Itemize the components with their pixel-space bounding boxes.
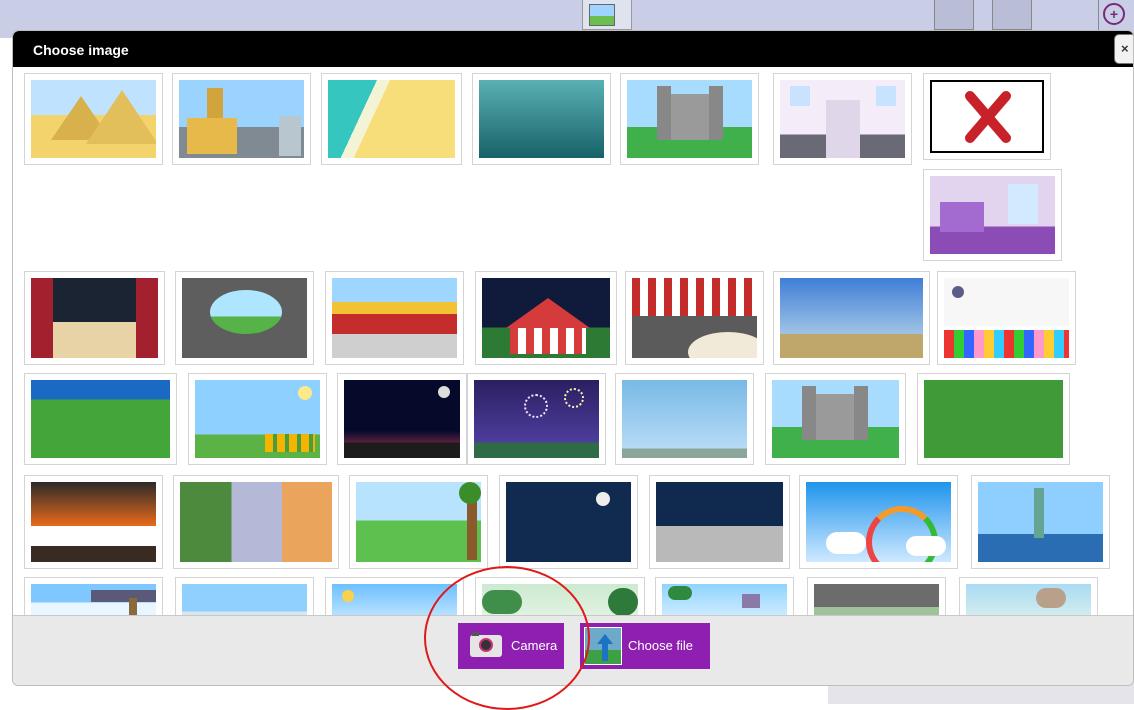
thumb-canyon-rocks[interactable]: [959, 577, 1098, 615]
thumb-night-city[interactable]: [337, 373, 467, 465]
camera-icon: [470, 632, 502, 657]
thumb-beach-sun[interactable]: [325, 577, 464, 615]
choose-file-button[interactable]: Choose file: [580, 623, 710, 669]
thumb-green-field[interactable]: [24, 373, 177, 465]
thumb-park-bushes[interactable]: [475, 577, 645, 615]
close-button[interactable]: ×: [1114, 34, 1133, 64]
thumb-park-tree[interactable]: [349, 475, 488, 569]
undo-button[interactable]: [934, 0, 974, 30]
thumb-blue-sky[interactable]: [615, 373, 754, 465]
thumb-palace-stairs[interactable]: [773, 73, 912, 165]
thumb-cave[interactable]: [175, 271, 314, 365]
thumb-burning-city[interactable]: [24, 475, 163, 569]
thumb-city-street[interactable]: [807, 577, 946, 615]
thumb-night-moon-stars[interactable]: [499, 475, 638, 569]
choose-file-label: Choose file: [628, 638, 694, 653]
thumb-princess-bedroom[interactable]: [923, 169, 1062, 261]
dialog-footer: Camera Choose file: [13, 615, 1133, 685]
thumb-flower-meadow[interactable]: [188, 373, 327, 465]
thumb-green-grass[interactable]: [917, 373, 1070, 465]
toolbar-background-button[interactable]: [582, 0, 632, 30]
thumb-castle-green-2[interactable]: [765, 373, 906, 465]
thumb-paris-eiffel[interactable]: [175, 577, 314, 615]
dialog-header: Choose image ×: [13, 31, 1133, 67]
thumb-plain-desert[interactable]: [773, 271, 930, 365]
zoom-in-button[interactable]: +: [1098, 0, 1134, 30]
close-icon: [965, 91, 1011, 143]
dialog-title: Choose image: [33, 42, 129, 58]
thumb-castle-green[interactable]: [620, 73, 759, 165]
thumb-chinese-palace[interactable]: [325, 271, 464, 365]
thumb-statue-of-liberty[interactable]: [971, 475, 1110, 569]
thumb-forest-mountain-desert[interactable]: [173, 475, 339, 569]
thumb-london-big-ben[interactable]: [172, 73, 311, 165]
upload-image-icon: [584, 627, 622, 665]
camera-flash: [472, 632, 479, 636]
camera-button[interactable]: Camera: [458, 623, 564, 669]
redo-button[interactable]: [992, 0, 1032, 30]
thumb-circus-night[interactable]: [475, 271, 617, 365]
camera-lens: [479, 638, 493, 652]
thumb-street-signpost[interactable]: [24, 577, 163, 615]
thumb-underwater[interactable]: [472, 73, 611, 165]
thumb-pyramids[interactable]: [24, 73, 163, 165]
thumb-palm-beach[interactable]: [655, 577, 794, 615]
image-grid: [13, 67, 1133, 615]
thumb-fireworks[interactable]: [467, 373, 606, 465]
thumb-circus-ring[interactable]: [625, 271, 764, 365]
choose-image-dialog: Choose image × Camera Choose file: [12, 30, 1134, 686]
thumb-disco-floor[interactable]: [937, 271, 1076, 365]
landscape-icon: [589, 4, 615, 26]
camera-label: Camera: [511, 638, 558, 653]
thumb-rainbow-sky[interactable]: [799, 475, 958, 569]
thumb-no-background[interactable]: [923, 73, 1051, 160]
upload-icon-shaft: [602, 643, 608, 661]
thumb-moon-surface[interactable]: [649, 475, 790, 569]
zoom-in-icon: +: [1103, 3, 1125, 25]
thumb-theater-stage[interactable]: [24, 271, 165, 365]
thumb-beach[interactable]: [321, 73, 462, 165]
